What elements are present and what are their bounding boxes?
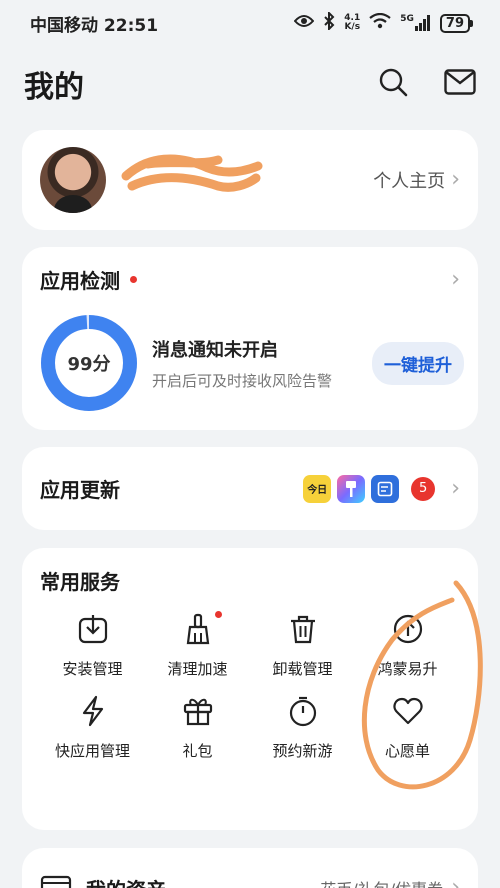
- mail-icon[interactable]: [444, 69, 476, 99]
- carrier-time: 中国移动 22:51: [30, 15, 159, 36]
- detection-message-sub: 开启后可及时接收风险告警: [152, 371, 333, 390]
- service-uninstall-management[interactable]: 卸载管理: [250, 609, 355, 679]
- service-cleanup[interactable]: 清理加速: [145, 609, 250, 679]
- app-update-title: 应用更新: [40, 478, 120, 502]
- header: 我的: [0, 56, 500, 112]
- assets-title: 我的资产: [86, 874, 166, 888]
- score-value: 99分: [67, 354, 111, 375]
- app-icon-news: 今日: [303, 474, 332, 503]
- service-gift[interactable]: 礼包: [145, 691, 250, 761]
- app-update-card[interactable]: 应用更新 今日 5 ›: [22, 447, 478, 530]
- app-icon-notes: [371, 474, 400, 503]
- wifi-icon: [369, 12, 391, 34]
- status-icons: 4.1 K/s 5G 79: [293, 10, 474, 35]
- redaction-scribble: [121, 154, 263, 192]
- service-quick-app-management[interactable]: 快应用管理: [40, 691, 145, 761]
- assets-card[interactable]: 我的资产 花币/礼包/优惠券 ›: [22, 848, 478, 888]
- app-icon-theme: [337, 474, 366, 503]
- page-title: 我的: [24, 70, 84, 105]
- app-detection-title: 应用检测: [40, 269, 120, 293]
- service-install-management[interactable]: 安装管理: [40, 609, 145, 679]
- install-icon: [73, 609, 113, 649]
- services-card: 常用服务 安装管理 清理加速 卸载管理 鸿蒙易升 快应用管理 礼包 预约新游 心…: [22, 548, 478, 830]
- service-harmony-upgrade[interactable]: 鸿蒙易升: [355, 609, 460, 679]
- notification-dot: [215, 611, 222, 618]
- update-count-badge: 5: [411, 476, 436, 501]
- services-title: 常用服务: [40, 570, 120, 594]
- profile-home-label: 个人主页: [373, 171, 446, 192]
- chevron-right-icon[interactable]: ›: [451, 477, 460, 500]
- score-ring: 99分: [40, 314, 138, 412]
- eye-icon: [293, 13, 315, 33]
- broom-icon: [178, 609, 218, 649]
- battery-icon: 79: [439, 13, 474, 33]
- net-speed: 4.1 K/s: [344, 13, 361, 32]
- one-click-boost-button[interactable]: 一键提升: [372, 341, 464, 385]
- gift-icon: [178, 691, 218, 731]
- assets-summary: 花币/礼包/优惠券: [320, 876, 443, 888]
- status-bar: 中国移动 22:51 4.1 K/s 5G 79: [0, 0, 500, 46]
- detection-message-title: 消息通知未开启: [152, 339, 278, 361]
- profile-card[interactable]: 个人主页 ›: [22, 130, 478, 230]
- upgrade-icon: [388, 609, 428, 649]
- notification-dot: [130, 276, 137, 283]
- service-wishlist[interactable]: 心愿单: [355, 691, 460, 761]
- bluetooth-icon: [323, 10, 335, 35]
- app-detection-card[interactable]: 应用检测 › 99分 消息通知未开启 开启后可及时接收风险告警 一键提升: [22, 247, 478, 430]
- chevron-right-icon[interactable]: ›: [451, 268, 460, 291]
- trash-icon: [283, 609, 323, 649]
- chevron-right-icon: ›: [451, 167, 460, 192]
- lightning-icon: [73, 691, 113, 731]
- profile-home-link[interactable]: 个人主页 ›: [373, 167, 460, 193]
- stopwatch-icon: [283, 691, 323, 731]
- search-icon[interactable]: [378, 67, 408, 101]
- chevron-right-icon: ›: [451, 875, 460, 888]
- wallet-icon: [40, 872, 72, 888]
- signal-icon: 5G: [400, 15, 431, 31]
- heart-icon: [388, 691, 428, 731]
- avatar[interactable]: [40, 147, 106, 213]
- service-pre-register-games[interactable]: 预约新游: [250, 691, 355, 761]
